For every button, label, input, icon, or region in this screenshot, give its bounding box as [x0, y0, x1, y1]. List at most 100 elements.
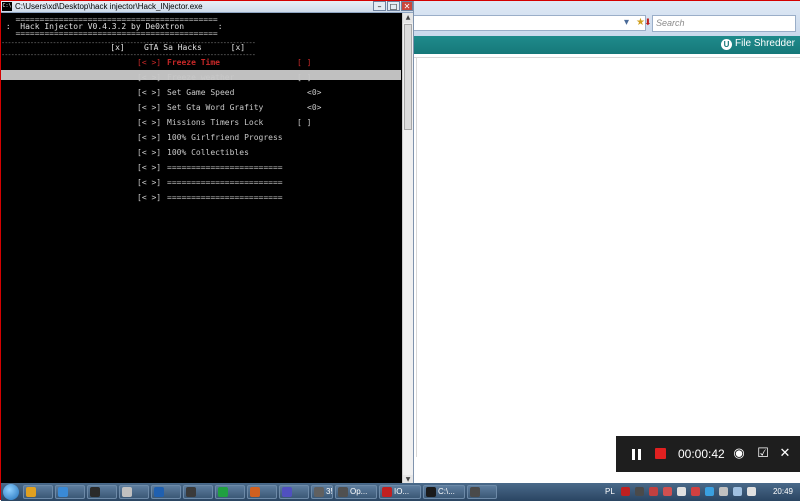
browser-page-edge: [416, 57, 417, 457]
tray-volume-icon[interactable]: [747, 487, 756, 496]
taskbar-app-icon: [122, 487, 132, 497]
tray-antivirus-icon[interactable]: [621, 487, 630, 496]
menu-item-value: <0>: [307, 103, 322, 112]
taskbar-app-icon: [154, 487, 164, 497]
scroll-thumb[interactable]: [404, 24, 412, 130]
menu-item-marker[interactable]: [< >]: [137, 163, 161, 173]
taskbar-app-icon: [426, 487, 436, 497]
file-shredder-icon: U: [720, 39, 732, 50]
taskbar: 35 Op... IO... C:\... PL 20:49: [1, 483, 800, 501]
tray-update-icon[interactable]: [663, 487, 672, 496]
cmd-icon: C:\: [2, 2, 12, 11]
menu-item-value: [ ]: [297, 58, 312, 67]
tray-alert-icon[interactable]: [691, 487, 700, 496]
maximize-button[interactable]: □: [387, 1, 400, 11]
taskbar-app-icon: [218, 487, 228, 497]
taskbar-button[interactable]: 35: [311, 485, 333, 499]
taskbar-button[interactable]: [247, 485, 277, 499]
taskbar-button[interactable]: [183, 485, 213, 499]
menu-item-label[interactable]: Set Gta Word Grafity: [167, 103, 263, 113]
close-icon[interactable]: ✕: [776, 436, 794, 472]
menu-item-label[interactable]: ========================: [167, 178, 283, 188]
recording-timer: 00:00:42: [678, 447, 725, 461]
console-window: C:\ C:\Users\xd\Desktop\hack injector\Ha…: [1, 1, 414, 487]
menu-item-marker[interactable]: [< >]: [137, 178, 161, 188]
console-scrollbar[interactable]: ▲ ▼: [402, 13, 413, 485]
taskbar-app-icon: [58, 487, 68, 497]
taskbar-button[interactable]: IO...: [379, 485, 421, 499]
tray-security-icon[interactable]: [649, 487, 658, 496]
console-title: C:\Users\xd\Desktop\hack injector\Hack_I…: [15, 2, 203, 11]
menu-item-marker[interactable]: [< >]: [137, 88, 161, 98]
tray-drive-icon[interactable]: [719, 487, 728, 496]
taskbar-button-label: IO...: [394, 487, 410, 496]
camera-icon[interactable]: ◉: [730, 436, 748, 472]
taskbar-button[interactable]: [151, 485, 181, 499]
menu-item-label[interactable]: Set Game Speed: [167, 88, 234, 98]
menu-item-label[interactable]: Missions Timers Lock: [167, 118, 263, 128]
console-title-bar[interactable]: C:\ C:\Users\xd\Desktop\hack injector\Ha…: [1, 1, 413, 13]
browser-toolbar: U File Shredder: [406, 36, 800, 54]
taskbar-button[interactable]: [119, 485, 149, 499]
menu-item-value: [ ]: [297, 73, 312, 82]
taskbar-clock[interactable]: 20:49: [773, 483, 793, 501]
tray-info-icon[interactable]: [705, 487, 714, 496]
close-button[interactable]: ✕: [401, 1, 413, 11]
taskbar-button[interactable]: [55, 485, 85, 499]
taskbar-button[interactable]: [87, 485, 117, 499]
taskbar-app-icon: [90, 487, 100, 497]
minimize-button[interactable]: –: [373, 1, 386, 11]
taskbar-button-label: Op...: [350, 487, 368, 496]
menu-item-label[interactable]: ========================: [167, 193, 283, 203]
console-output[interactable]: ======================== ================…: [1, 13, 401, 485]
tray-network-icon[interactable]: [677, 487, 686, 496]
menu-item-marker[interactable]: [< >]: [137, 133, 161, 143]
menu-item-label[interactable]: Freeze Time: [167, 58, 220, 68]
tray-flag-icon[interactable]: [733, 487, 742, 496]
browser-divider: [406, 57, 800, 58]
taskbar-button[interactable]: [23, 485, 53, 499]
taskbar-button[interactable]: [279, 485, 309, 499]
pause-button[interactable]: [624, 436, 646, 472]
menu-item-label[interactable]: 100% Collectibles: [167, 148, 249, 158]
browser-nav-bar: ▾ ★ ⬇ Search: [406, 1, 800, 37]
taskbar-button[interactable]: C:\...: [423, 485, 465, 499]
menu-item-marker[interactable]: [< >]: [137, 73, 161, 83]
taskbar-app-icon: [250, 487, 260, 497]
taskbar-app-icon: [314, 487, 324, 497]
taskbar-button[interactable]: [467, 485, 497, 499]
menu-item-label[interactable]: 100% Girlfriend Progress: [167, 133, 283, 143]
language-indicator[interactable]: PL: [605, 483, 615, 501]
menu-item-marker[interactable]: [< >]: [137, 193, 161, 203]
start-button[interactable]: [3, 484, 19, 500]
menu-item-marker[interactable]: [< >]: [137, 118, 161, 128]
taskbar-app-icon: [470, 487, 480, 497]
menu-item-marker[interactable]: [< >]: [137, 58, 161, 68]
taskbar-app-icon: [186, 487, 196, 497]
dropdown-icon[interactable]: ▾: [624, 17, 629, 28]
desktop: { "console": { "title": "C:\\Users\\xd\\…: [0, 0, 800, 501]
menu-item-marker[interactable]: [< >]: [137, 103, 161, 113]
download-icon[interactable]: ⬇: [644, 18, 652, 28]
taskbar-button[interactable]: [215, 485, 245, 499]
taskbar-button-label: 35: [326, 487, 332, 496]
stop-button[interactable]: [655, 448, 666, 459]
taskbar-button-label: C:\...: [438, 487, 455, 496]
search-input[interactable]: Search: [652, 15, 796, 32]
taskbar-app-icon: [282, 487, 292, 497]
scroll-up-icon[interactable]: ▲: [403, 13, 413, 23]
menu-item-label[interactable]: Freeze weather: [167, 73, 234, 83]
taskbar-app-icon: [382, 487, 392, 497]
menu-item-value: [ ]: [297, 118, 312, 127]
file-shredder-label: File Shredder: [734, 38, 795, 49]
file-shredder-button[interactable]: U File Shredder: [720, 38, 795, 50]
taskbar-app-icon: [26, 487, 36, 497]
tray-app-icon[interactable]: [635, 487, 644, 496]
menu-item-label[interactable]: ========================: [167, 163, 283, 173]
menu-item-marker[interactable]: [< >]: [137, 148, 161, 158]
menu-item-value: <0>: [307, 88, 322, 97]
edit-icon[interactable]: ☑: [754, 436, 772, 472]
taskbar-button[interactable]: Op...: [335, 485, 377, 499]
address-bar[interactable]: [406, 15, 646, 31]
screen-recorder-bar: 00:00:42 ◉ ☑ ✕: [616, 436, 800, 472]
